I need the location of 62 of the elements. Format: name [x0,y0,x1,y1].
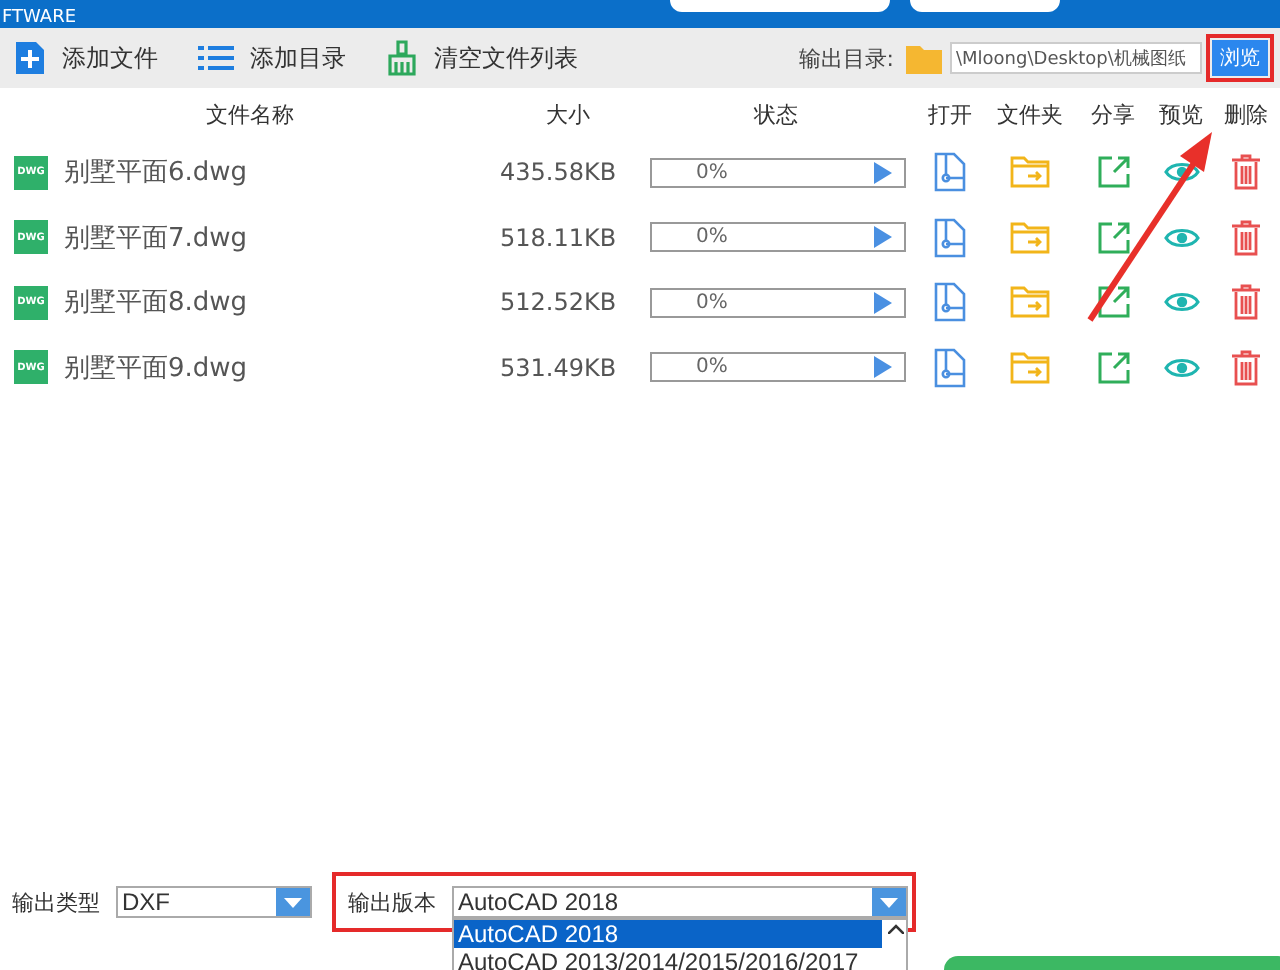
list-icon [198,44,234,72]
file-size: 518.11KB [500,223,619,252]
folder-arrow-icon[interactable] [1010,351,1050,384]
file-name: 别墅平面8.dwg [64,286,248,321]
column-header: 删除 [1222,99,1270,129]
file-name: 别墅平面7.dwg [64,221,248,256]
document-icon[interactable] [934,152,966,193]
share-icon[interactable] [1097,351,1129,384]
progress-text: 0% [696,356,728,379]
column-header: 打开 [926,99,974,129]
output-dir-field[interactable]: \Mloong\Desktop\机械图纸 [950,42,1202,74]
toolbar-button[interactable]: 清空文件列表 [382,40,602,76]
file-size: 512.52KB [500,288,619,317]
add-file-icon [14,40,46,76]
output-type-select[interactable]: DXF [116,886,312,918]
output-type-label: 输出类型 [12,887,100,917]
eye-icon[interactable] [1163,290,1199,315]
column-header: 状态 [752,99,800,129]
column-header: 文件夹 [995,99,1065,129]
toolbar-button[interactable]: 添加目录 [194,41,370,75]
folder-arrow-icon[interactable] [1010,286,1050,319]
document-icon[interactable] [934,347,966,388]
column-header: 分享 [1089,99,1137,129]
dropdown-option[interactable]: AutoCAD 2013/2014/2015/2016/2017 [454,948,882,970]
scroll-up-icon[interactable] [888,924,904,934]
progress-text: 0% [696,291,728,314]
dropdown-option[interactable]: AutoCAD 2018 [454,920,882,948]
document-icon[interactable] [934,282,966,323]
trash-icon[interactable] [1232,284,1260,321]
trash-icon[interactable] [1232,154,1260,191]
share-icon[interactable] [1097,221,1129,254]
file-name: 别墅平面6.dwg [64,156,248,191]
column-header: 预览 [1157,99,1205,129]
folder-icon [906,42,942,74]
play-icon[interactable] [874,226,892,249]
trash-icon[interactable] [1232,219,1260,256]
output-version-label: 输出版本 [348,887,436,917]
share-icon[interactable] [1097,156,1129,189]
column-header: 文件名称 [204,99,296,129]
folder-arrow-icon[interactable] [1010,221,1050,254]
document-icon[interactable] [934,217,966,258]
file-size: 435.58KB [500,158,619,187]
folder-arrow-icon[interactable] [1010,156,1050,189]
broom-icon [386,40,418,76]
progress-text: 0% [696,226,728,249]
share-icon[interactable] [1097,286,1129,319]
browse-button[interactable]: 浏览 [1212,40,1268,76]
file-size: 531.49KB [500,353,619,382]
column-header: 大小 [544,99,592,129]
play-icon[interactable] [874,356,892,379]
output-dir-label: 输出目录: [798,43,894,73]
eye-icon[interactable] [1163,355,1199,380]
output-version-select[interactable]: AutoCAD 2018 [452,886,908,918]
toolbar-button[interactable]: 添加文件 [10,40,182,76]
eye-icon[interactable] [1163,160,1199,185]
play-icon[interactable] [874,291,892,314]
trash-icon[interactable] [1232,349,1260,386]
eye-icon[interactable] [1163,225,1199,250]
file-name: 别墅平面9.dwg [64,351,248,386]
play-icon[interactable] [874,161,892,184]
window-title: FTWARE [0,8,77,28]
progress-text: 0% [696,161,728,184]
